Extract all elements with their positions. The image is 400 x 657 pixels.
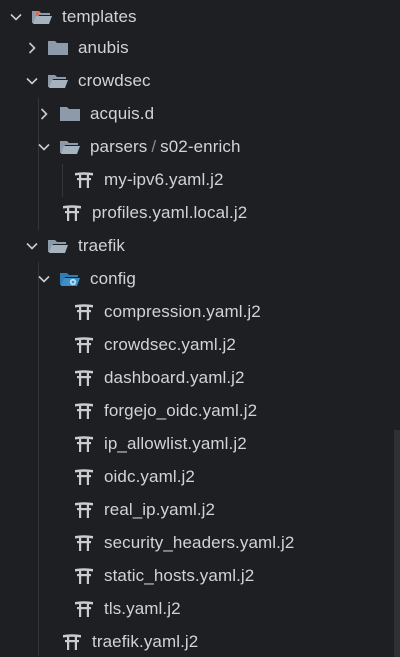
chevron-right-icon[interactable] xyxy=(24,40,40,56)
tree-item-templates[interactable]: templates xyxy=(0,0,400,33)
tree-item-config-file[interactable]: security_headers.yaml.j2 xyxy=(0,526,400,559)
tree-item-profiles[interactable]: profiles.yaml.local.j2 xyxy=(0,196,400,229)
chevron-right-icon[interactable] xyxy=(36,106,52,122)
tree-item-label: real_ip.yaml.j2 xyxy=(104,499,216,519)
tree-item-crowdsec[interactable]: crowdsec xyxy=(0,64,400,97)
jinja-file-icon xyxy=(72,401,96,421)
tree-item-config-file[interactable]: static_hosts.yaml.j2 xyxy=(0,559,400,592)
tree-item-label: acquis.d xyxy=(90,103,155,123)
tree-item-config-file[interactable]: ip_allowlist.yaml.j2 xyxy=(0,427,400,460)
tree-item-parsers[interactable]: parsers / s02-enrich xyxy=(0,130,400,163)
chevron-down-icon[interactable] xyxy=(24,238,40,254)
jinja-file-icon xyxy=(72,434,96,454)
tree-item-config-file[interactable]: real_ip.yaml.j2 xyxy=(0,493,400,526)
tree-item-label: profiles.yaml.local.j2 xyxy=(92,202,248,222)
tree-item-label: traefik.yaml.j2 xyxy=(92,631,199,651)
tree-item-label: compression.yaml.j2 xyxy=(104,301,261,321)
jinja-file-icon xyxy=(72,533,96,553)
folder-open-icon xyxy=(46,71,70,91)
folder-icon xyxy=(46,38,70,58)
tree-item-label: dashboard.yaml.j2 xyxy=(104,367,245,387)
tree-item-label: crowdsec xyxy=(78,70,151,90)
jinja-file-icon xyxy=(72,335,96,355)
chevron-down-icon[interactable] xyxy=(36,139,52,155)
tree-item-anubis[interactable]: anubis xyxy=(0,31,400,64)
folder-open-icon xyxy=(30,7,54,27)
path-separator: / xyxy=(151,136,157,156)
tree-item-config-file[interactable]: compression.yaml.j2 xyxy=(0,295,400,328)
tree-item-label: tls.yaml.j2 xyxy=(104,598,181,618)
tree-item-label: parsers xyxy=(90,136,148,156)
tree-item-config-file[interactable]: oidc.yaml.j2 xyxy=(0,460,400,493)
folder-icon xyxy=(58,104,82,124)
scrollbar-thumb[interactable] xyxy=(394,430,400,657)
tree-item-label: my-ipv6.yaml.j2 xyxy=(104,169,224,189)
jinja-file-icon xyxy=(72,170,96,190)
tree-item-label: anubis xyxy=(78,37,129,57)
jinja-file-icon xyxy=(60,632,84,652)
config-folder-open-icon xyxy=(58,269,82,289)
jinja-file-icon xyxy=(72,302,96,322)
tree-item-config[interactable]: config xyxy=(0,262,400,295)
tree-item-config-file[interactable]: tls.yaml.j2 xyxy=(0,592,400,625)
tree-item-label: ip_allowlist.yaml.j2 xyxy=(104,433,247,453)
tree-item-acquis[interactable]: acquis.d xyxy=(0,97,400,130)
tree-item-label: traefik xyxy=(78,235,125,255)
jinja-file-icon xyxy=(72,599,96,619)
tree-item-my-ipv6[interactable]: my-ipv6.yaml.j2 xyxy=(0,163,400,196)
jinja-file-icon xyxy=(72,566,96,586)
tree-item-label: crowdsec.yaml.j2 xyxy=(104,334,236,354)
folder-open-icon xyxy=(58,137,82,157)
tree-item-label: static_hosts.yaml.j2 xyxy=(104,565,255,585)
tree-item-label: oidc.yaml.j2 xyxy=(104,466,195,486)
chevron-down-icon[interactable] xyxy=(36,271,52,287)
chevron-down-icon[interactable] xyxy=(8,9,24,25)
folder-open-icon xyxy=(46,236,70,256)
tree-item-label: security_headers.yaml.j2 xyxy=(104,532,295,552)
file-explorer: templates anubis crowdsec acquis.d parse… xyxy=(0,0,400,657)
jinja-file-icon xyxy=(60,203,84,223)
jinja-file-icon xyxy=(72,368,96,388)
tree-item-config-file[interactable]: forgejo_oidc.yaml.j2 xyxy=(0,394,400,427)
tree-item-label: config xyxy=(90,268,136,288)
jinja-file-icon xyxy=(72,467,96,487)
tree-item-label: templates xyxy=(62,6,137,26)
tree-item-traefik[interactable]: traefik xyxy=(0,229,400,262)
tree-item-traefik-yaml[interactable]: traefik.yaml.j2 xyxy=(0,625,400,657)
chevron-down-icon[interactable] xyxy=(24,73,40,89)
tree-item-config-file[interactable]: crowdsec.yaml.j2 xyxy=(0,328,400,361)
jinja-file-icon xyxy=(72,500,96,520)
tree-item-label: forgejo_oidc.yaml.j2 xyxy=(104,400,258,420)
tree-item-sublabel: s02-enrich xyxy=(160,136,241,156)
tree-item-config-file[interactable]: dashboard.yaml.j2 xyxy=(0,361,400,394)
